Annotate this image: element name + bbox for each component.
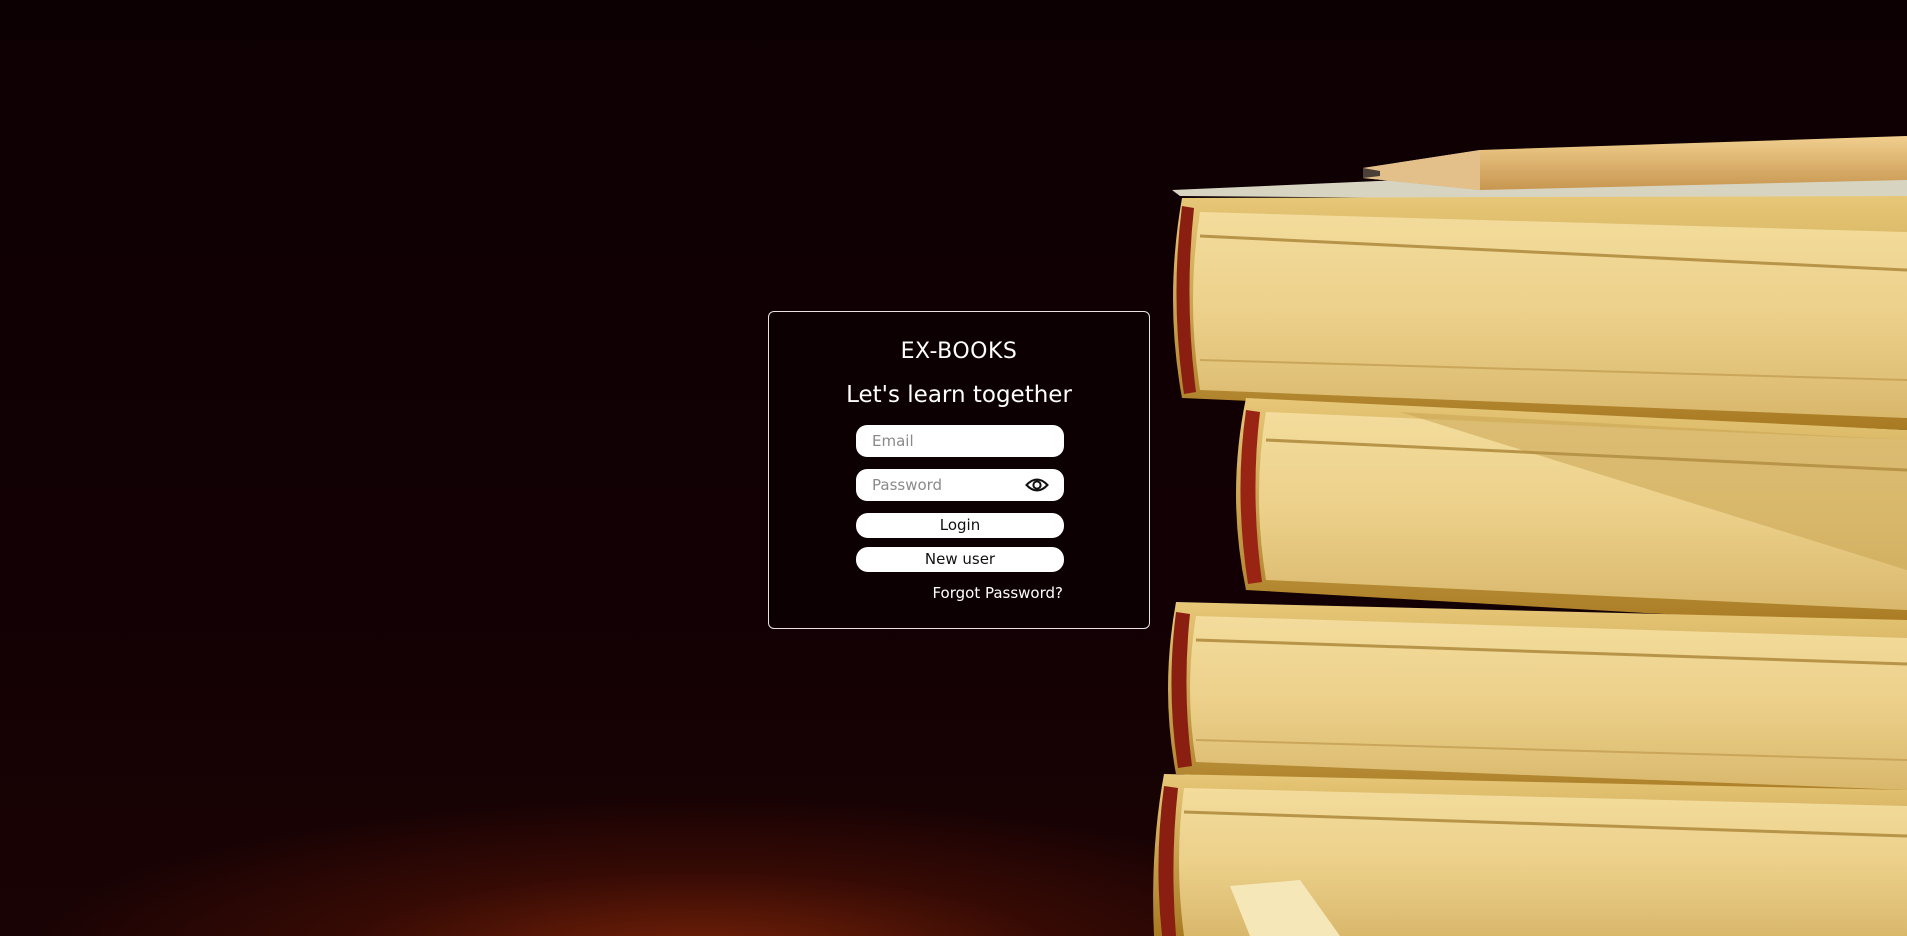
brand-title: EX-BOOKS bbox=[900, 339, 1018, 364]
new-user-button[interactable]: New user bbox=[856, 547, 1064, 572]
email-field-wrapper bbox=[856, 425, 1064, 457]
password-field-wrapper bbox=[856, 469, 1064, 501]
login-page: EX-BOOKS Let's learn together Login New … bbox=[0, 0, 1907, 936]
tagline: Let's learn together bbox=[846, 382, 1072, 408]
eye-icon[interactable] bbox=[1025, 476, 1049, 494]
forgot-password-link[interactable]: Forgot Password? bbox=[932, 584, 1063, 602]
email-input[interactable] bbox=[856, 425, 1064, 457]
login-card: EX-BOOKS Let's learn together Login New … bbox=[768, 311, 1150, 629]
login-button[interactable]: Login bbox=[856, 513, 1064, 538]
